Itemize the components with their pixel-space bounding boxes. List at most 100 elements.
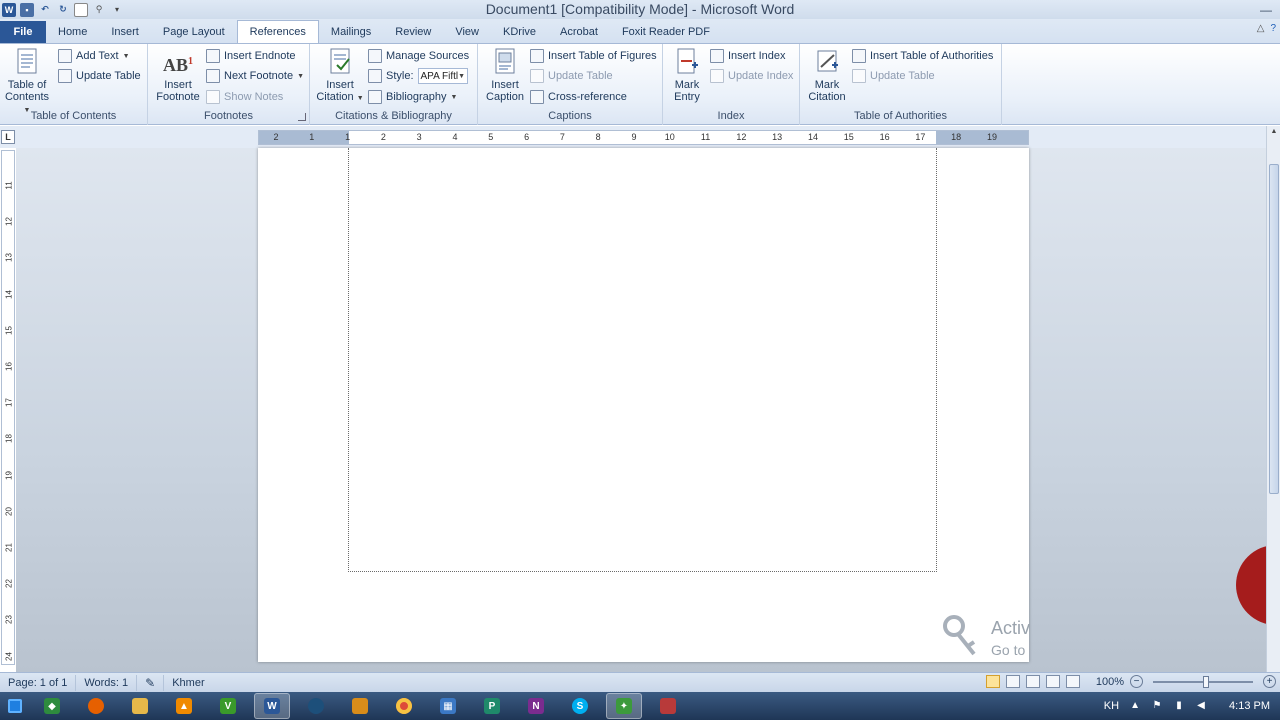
insert-index-button[interactable]: Insert Index [710,47,785,65]
tab-insert[interactable]: Insert [99,21,151,43]
input-language[interactable]: KH [1104,700,1119,712]
vertical-ruler-number: 19 [4,470,14,480]
next-footnote-icon [206,69,220,83]
next-footnote-button[interactable]: Next Footnote ▼ [206,67,304,85]
tab-file[interactable]: File [0,21,46,43]
text-box-frame[interactable] [348,148,937,572]
vertical-scrollbar[interactable]: ▲ [1266,126,1280,672]
update-table-toc-button[interactable]: Update Table [58,67,141,85]
print-preview-icon[interactable]: ⚲ [92,3,106,17]
tab-references[interactable]: References [236,20,319,43]
zoom-slider-knob[interactable] [1203,675,1209,688]
show-notes-button[interactable]: Show Notes [206,88,283,106]
web-layout-icon[interactable] [1025,675,1040,688]
taskbar-app-14[interactable]: ✦ [606,693,642,719]
taskbar-calculator[interactable]: ▦ [430,693,466,719]
collapse-ribbon-icon[interactable]: △ [1257,23,1265,34]
insert-footnote-button[interactable]: AB1 Insert Footnote [152,47,204,103]
word-app-icon[interactable]: W [2,2,16,17]
cross-reference-button[interactable]: Cross-reference [530,88,627,106]
ruler-number: 9 [631,132,637,142]
bibliography-button[interactable]: Bibliography ▼ [368,88,457,106]
insert-endnote-button[interactable]: Insert Endnote [206,47,296,65]
insert-table-of-authorities-button[interactable]: Insert Table of Authorities [852,47,993,65]
tab-foxit-reader-pdf[interactable]: Foxit Reader PDF [610,21,722,43]
add-text-button[interactable]: Add Text ▼ [58,47,130,65]
taskbar-app-8[interactable] [342,693,378,719]
tab-selector[interactable]: L [1,130,15,144]
vertical-ruler-number: 11 [4,181,14,190]
scroll-thumb[interactable] [1269,164,1279,494]
green-shield-icon: ◆ [44,698,60,714]
clock-time[interactable]: 4:13 PM [1229,700,1270,712]
save-icon[interactable]: ▪ [20,2,34,17]
group-table-of-contents: Table of Contents ▼ Add Text ▼ Update Tab… [0,44,148,125]
mark-citation-button[interactable]: Mark Citation [804,47,850,103]
tab-review[interactable]: Review [383,21,443,43]
taskbar-onenote[interactable]: N [518,693,554,719]
taskbar-publisher[interactable]: P [474,693,510,719]
proofing-status[interactable]: ✎ [137,674,165,691]
vertical-ruler-number: 12 [4,217,14,227]
vertical-ruler[interactable]: 111213141516171819202122232425 [1,150,15,697]
full-screen-reading-icon[interactable] [1005,675,1020,688]
tab-mailings[interactable]: Mailings [319,21,383,43]
group-footnotes: AB1 Insert Footnote Insert Endnote Next … [148,44,310,125]
manage-sources-button[interactable]: Manage Sources [368,47,469,65]
update-table-figures-icon [530,69,544,83]
zoom-level[interactable]: 100% [1096,676,1124,688]
horizontal-ruler[interactable]: 2 1 1 2 3 4 5 6 7 8 9 10 11 12 13 14 15 16 17 18 19 [258,130,1029,145]
customize-qat-icon[interactable]: ▾ [110,3,124,17]
minimize-button[interactable]: — [1252,0,1280,19]
print-layout-view-icon[interactable] [985,675,1000,688]
update-index-button[interactable]: Update Index [710,67,793,85]
system-tray: KH ▲ ⚑ ▮ ◀ 4:13 PM [1104,692,1280,720]
taskbar-app-5[interactable]: V [210,693,246,719]
zoom-out-icon[interactable]: − [1130,675,1143,688]
flag-icon[interactable]: ⚑ [1151,700,1163,712]
insert-footnote-label2: Footnote [156,91,200,103]
tray-expand-icon[interactable]: ▲ [1129,700,1141,712]
insert-table-of-figures-button[interactable]: Insert Table of Figures [530,47,657,65]
tab-kdrive[interactable]: KDrive [491,21,548,43]
group-label-footnotes: Footnotes [204,110,253,122]
update-table-figures-button[interactable]: Update Table [530,67,613,85]
insert-citation-button[interactable]: Insert Citation ▼ [314,47,366,105]
volume-icon[interactable]: ◀ [1195,700,1207,712]
mark-entry-button[interactable]: Mark Entry [667,47,707,103]
taskbar-word[interactable]: W [254,693,290,719]
draft-view-icon[interactable] [1065,675,1080,688]
tab-page-layout[interactable]: Page Layout [151,21,237,43]
undo-icon[interactable]: ↶ [38,3,52,17]
vertical-ruler-number: 23 [4,615,14,625]
table-of-contents-button[interactable]: Table of Contents ▼ [2,47,52,117]
insert-citation-icon [325,47,355,77]
taskbar-vlc[interactable]: ▲ [166,693,202,719]
tab-acrobat[interactable]: Acrobat [548,21,610,43]
zoom-in-icon[interactable]: + [1263,675,1276,688]
insert-caption-button[interactable]: Insert Caption [482,47,528,103]
word-count[interactable]: Words: 1 [76,674,138,691]
start-button[interactable] [0,692,30,720]
help-icon[interactable]: ? [1270,23,1276,34]
taskbar-chrome[interactable] [386,693,422,719]
redo-icon[interactable]: ↻ [56,3,70,17]
taskbar-skype[interactable]: S [562,693,598,719]
page-count[interactable]: Page: 1 of 1 [0,674,77,691]
tab-home[interactable]: Home [46,21,99,43]
network-icon[interactable]: ▮ [1173,700,1185,712]
document-page[interactable] [258,148,1029,662]
language-indicator[interactable]: Khmer [164,675,212,691]
tab-view[interactable]: View [443,21,491,43]
taskbar-app-1[interactable]: ◆ [34,693,70,719]
taskbar-app-7[interactable] [298,693,334,719]
zoom-slider[interactable] [1153,675,1253,688]
update-table-authorities-button[interactable]: Update Table [852,67,935,85]
taskbar-app-15[interactable] [650,693,686,719]
taskbar-explorer[interactable] [122,693,158,719]
outline-view-icon[interactable] [1045,675,1060,688]
scroll-up-icon[interactable]: ▲ [1269,128,1279,138]
new-document-icon[interactable] [74,2,88,17]
taskbar-firefox[interactable] [78,693,114,719]
citation-style-dropdown[interactable]: APA Fiftl ▼ [417,68,468,84]
